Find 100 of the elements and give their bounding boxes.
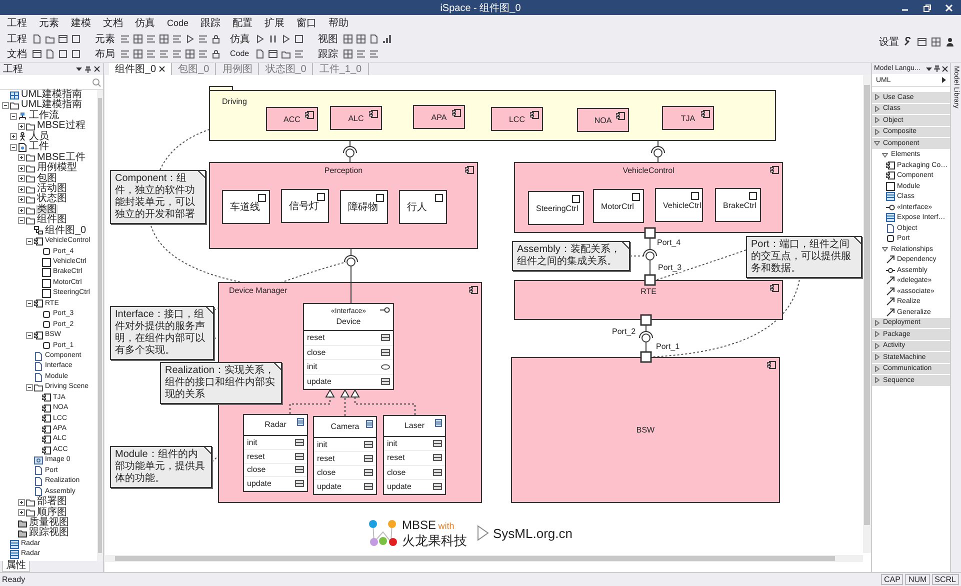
lines-icon[interactable]: [198, 48, 208, 58]
tree-item[interactable]: MBSE过程: [36, 121, 86, 132]
square-icon[interactable]: [294, 34, 304, 44]
grid-icon[interactable]: [356, 34, 366, 44]
vertical-scrollbar[interactable]: [863, 75, 871, 553]
restore-icon[interactable]: [923, 4, 931, 12]
menu-item[interactable]: 仿真: [135, 16, 155, 30]
tree-item[interactable]: 工作流: [28, 110, 60, 122]
lines-icon[interactable]: [369, 48, 379, 58]
pause-icon[interactable]: [268, 34, 278, 44]
grid-icon[interactable]: [133, 34, 143, 44]
pin-icon[interactable]: [934, 65, 940, 72]
grid-icon[interactable]: [185, 48, 195, 58]
expander-icon[interactable]: [26, 300, 33, 308]
expander-icon[interactable]: [18, 123, 25, 130]
expander-icon[interactable]: [18, 154, 25, 162]
vertical-scrollbar[interactable]: [97, 90, 103, 561]
grid-icon[interactable]: [133, 48, 143, 58]
folder-icon[interactable]: [281, 48, 291, 58]
lines-icon[interactable]: [294, 48, 304, 58]
square-icon[interactable]: [71, 34, 81, 44]
menu-item[interactable]: 跟踪: [200, 16, 221, 30]
tree-item[interactable]: 工件: [28, 142, 50, 153]
document-tab[interactable]: 组件图_0: [109, 63, 172, 75]
lines-icon[interactable]: [356, 48, 366, 58]
expander-icon[interactable]: [18, 498, 25, 506]
expander-icon[interactable]: [18, 186, 25, 193]
menu-item[interactable]: 窗口: [296, 16, 317, 30]
play-icon[interactable]: [281, 34, 291, 44]
menu-item[interactable]: 建模: [71, 16, 91, 30]
expander-icon[interactable]: [18, 175, 25, 182]
expander-icon[interactable]: [10, 112, 17, 120]
tree-item[interactable]: 类图: [36, 204, 58, 216]
expander-icon[interactable]: [2, 102, 9, 110]
menu-item[interactable]: 配置: [232, 16, 253, 30]
lines-icon[interactable]: [172, 48, 182, 58]
grid-icon[interactable]: [159, 34, 169, 44]
lock-icon[interactable]: [211, 48, 221, 58]
menu-item[interactable]: 扩展: [264, 16, 285, 30]
expander-icon[interactable]: [26, 332, 33, 339]
expander-icon[interactable]: [26, 238, 33, 245]
close-icon[interactable]: [94, 66, 100, 72]
window-icon[interactable]: [32, 48, 42, 58]
pin-icon[interactable]: [85, 66, 91, 72]
window-icon[interactable]: [58, 34, 68, 44]
lines-icon[interactable]: [198, 34, 208, 44]
square-icon[interactable]: [71, 48, 81, 58]
expander-icon[interactable]: [18, 164, 25, 172]
horizontal-scrollbar[interactable]: [105, 555, 863, 562]
expander-icon[interactable]: [18, 196, 25, 204]
menu-item[interactable]: 工程: [7, 16, 27, 30]
lock-icon[interactable]: [211, 34, 221, 44]
grid-icon[interactable]: [343, 34, 353, 44]
play-icon[interactable]: [255, 34, 265, 44]
tree-item[interactable]: 包图: [36, 174, 58, 184]
tree-item[interactable]: UML建模指南: [20, 100, 84, 111]
window-icon[interactable]: [268, 48, 278, 58]
operation-name: reset: [317, 454, 335, 463]
square-icon[interactable]: [58, 48, 68, 58]
tree-item[interactable]: 人员: [28, 132, 50, 142]
bars-icon[interactable]: [382, 34, 392, 44]
lines-icon[interactable]: [120, 48, 130, 58]
window-icon[interactable]: [917, 37, 927, 47]
expander-icon[interactable]: [18, 509, 25, 516]
grid-icon[interactable]: [343, 48, 353, 58]
expander-icon[interactable]: [18, 206, 25, 214]
close-icon[interactable]: [159, 66, 166, 72]
caret-icon[interactable]: [926, 66, 932, 72]
expander-icon[interactable]: [18, 216, 25, 224]
person-icon[interactable]: [945, 37, 955, 47]
panel-tab[interactable]: 属性: [2, 561, 30, 572]
folder-icon[interactable]: [45, 34, 55, 44]
grid-icon[interactable]: [931, 37, 941, 47]
tree-item[interactable]: 组件图: [36, 215, 68, 226]
lines-icon[interactable]: [172, 34, 182, 44]
menu-item[interactable]: Code: [167, 18, 189, 28]
expander-icon[interactable]: [26, 384, 33, 391]
close-icon[interactable]: [942, 66, 948, 72]
tree-item[interactable]: 状态图: [36, 194, 68, 205]
menu-item[interactable]: 帮助: [328, 16, 349, 30]
tree-item[interactable]: 组件图_0: [44, 226, 88, 236]
menu-item[interactable]: 文档: [103, 16, 123, 30]
play-icon[interactable]: [185, 34, 195, 44]
wrench-icon[interactable]: [903, 37, 913, 47]
page-icon[interactable]: [369, 34, 379, 44]
lines-icon[interactable]: [146, 48, 156, 58]
lines-icon[interactable]: [146, 34, 156, 44]
expander-icon[interactable]: [10, 144, 17, 151]
lines-icon[interactable]: [159, 48, 169, 58]
tree-item[interactable]: 顺序图: [36, 508, 68, 518]
tree-item[interactable]: 部署图: [36, 497, 68, 508]
operation-icon: [381, 348, 390, 356]
search-icon[interactable]: [92, 78, 101, 86]
page-icon[interactable]: [255, 48, 265, 58]
lines-icon[interactable]: [120, 34, 130, 44]
tree-item[interactable]: 跟踪视图: [28, 528, 70, 539]
expander-icon[interactable]: [10, 133, 17, 140]
menu-item[interactable]: 元素: [39, 16, 59, 30]
caret-icon[interactable]: [76, 66, 82, 72]
tree-item[interactable]: 用例模型: [36, 163, 78, 174]
